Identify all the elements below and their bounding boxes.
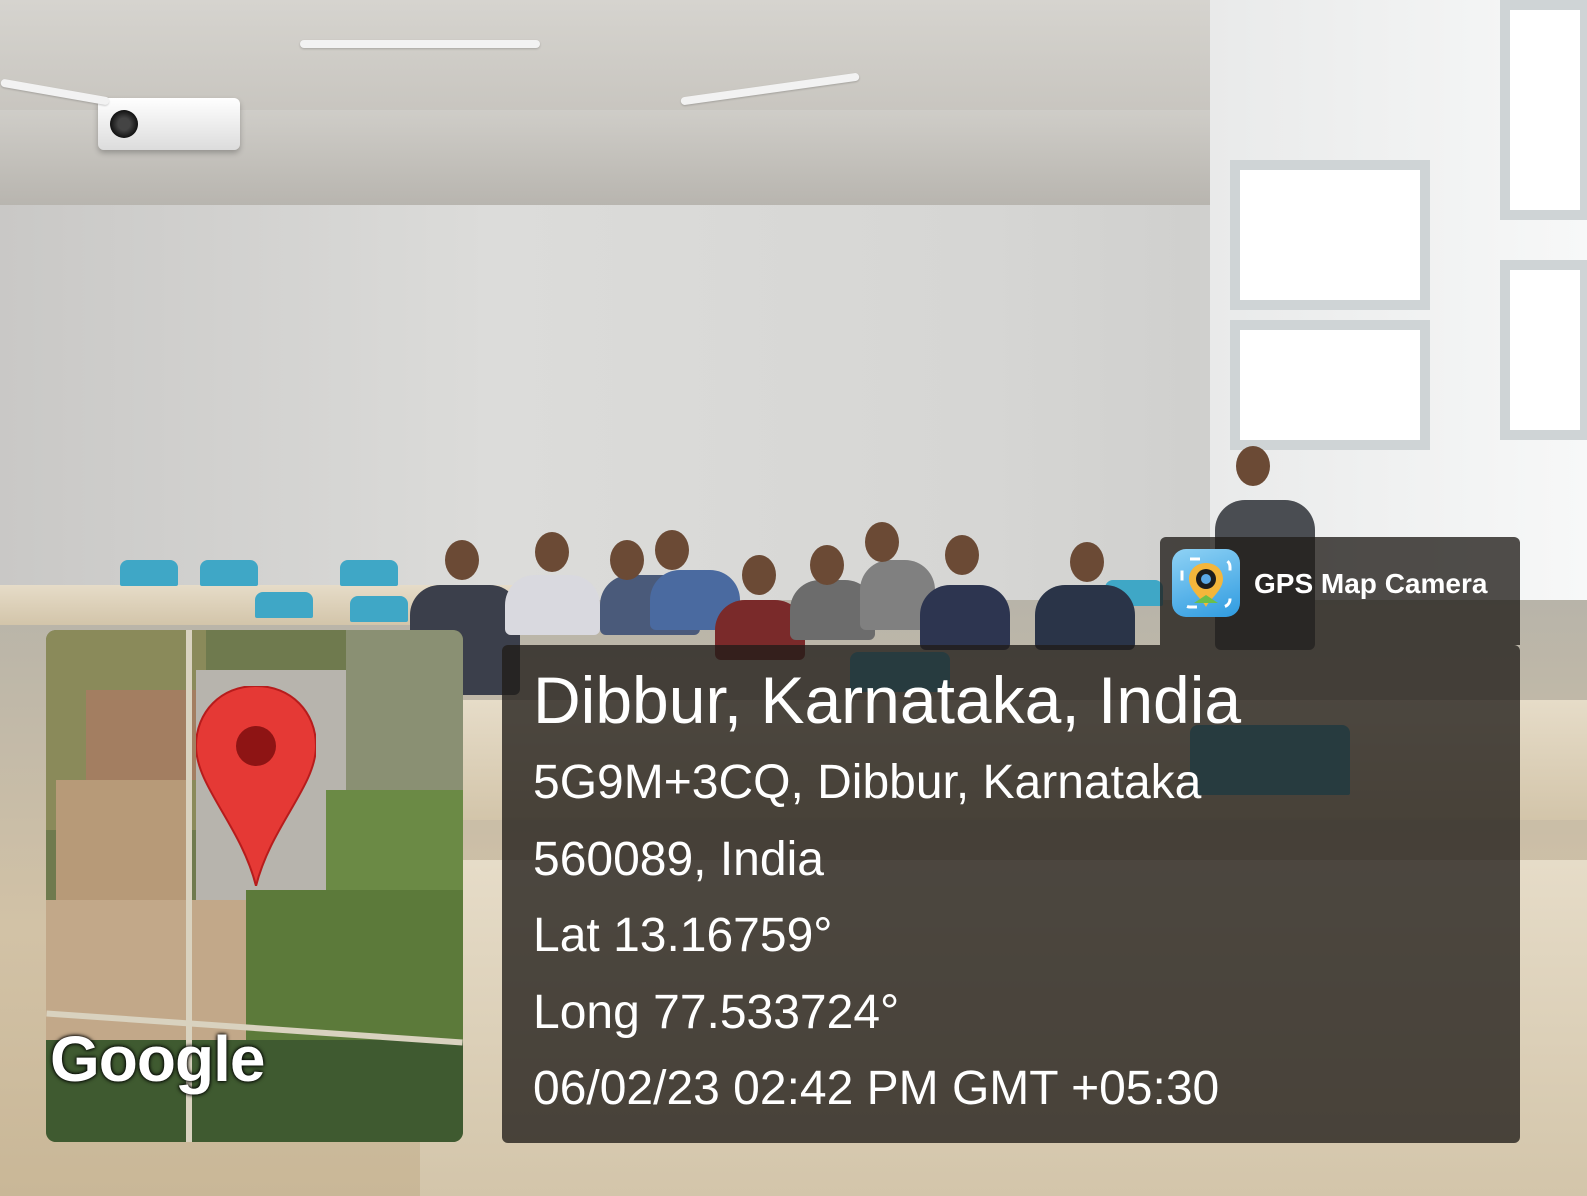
projector (98, 98, 240, 150)
datetime-text: 06/02/23 02:42 PM GMT +05:30 (533, 1062, 1220, 1115)
longitude-text: Long 77.533724° (533, 986, 900, 1039)
ceiling-light (300, 40, 540, 48)
student (1035, 585, 1135, 650)
student (505, 575, 600, 635)
student-head (865, 522, 899, 562)
student (920, 585, 1010, 650)
window-pane (1500, 0, 1587, 220)
student-head (535, 532, 569, 572)
student-head (655, 530, 689, 570)
chair (120, 560, 178, 586)
chair (200, 560, 258, 586)
window-pane (1230, 320, 1430, 450)
map-field (246, 890, 463, 1040)
map-field (56, 780, 186, 900)
student-head (445, 540, 479, 580)
location-pin-icon (196, 686, 316, 886)
student-head (610, 540, 644, 580)
location-title: Dibbur, Karnataka, India (533, 663, 1242, 737)
projector-lens (110, 110, 138, 138)
map-field (346, 630, 463, 790)
chair (340, 560, 398, 586)
student-head (742, 555, 776, 595)
app-name: GPS Map Camera (1254, 568, 1488, 599)
window-pane (1230, 160, 1430, 310)
window-pane (1500, 260, 1587, 440)
chair (350, 596, 408, 622)
student-head (1070, 542, 1104, 582)
google-logo: Google (50, 1023, 265, 1095)
student-head (810, 545, 844, 585)
latitude-text: Lat 13.16759° (533, 909, 833, 962)
teacher-head (1236, 446, 1270, 486)
address-line-2: 560089, India (533, 833, 824, 886)
student-head (945, 535, 979, 575)
chair (255, 592, 313, 618)
address-line-1: 5G9M+3CQ, Dibbur, Karnataka (533, 756, 1202, 809)
gps-camera-app-icon (1172, 549, 1240, 617)
